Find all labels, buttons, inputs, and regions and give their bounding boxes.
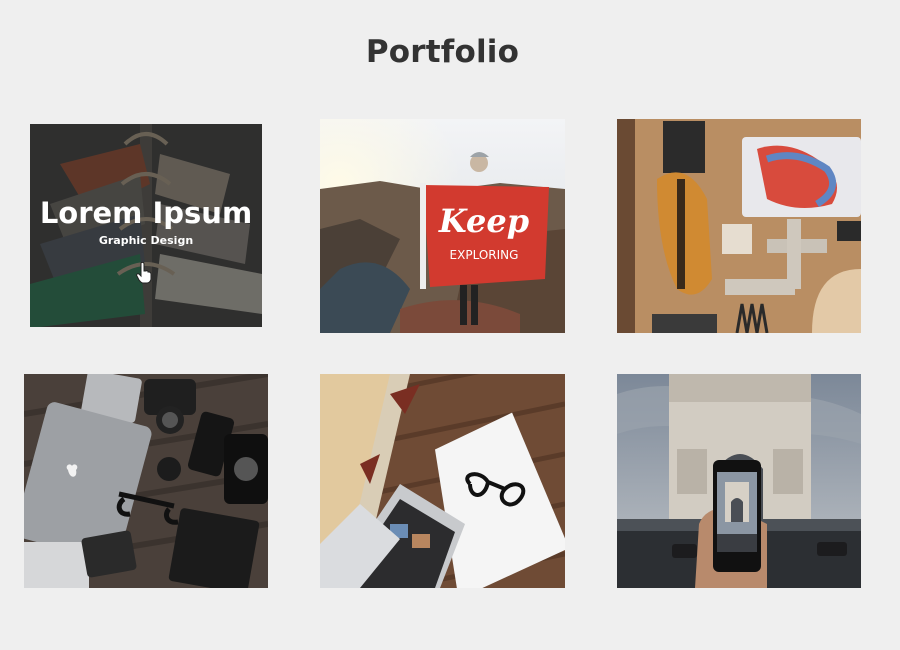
overlay-title: Lorem Ipsum: [39, 195, 253, 230]
page-title: Portfolio: [365, 34, 520, 70]
portfolio-image-flatlay: [24, 374, 268, 588]
portfolio-item-flag[interactable]: Keep EXPLORING: [320, 119, 565, 333]
hand-pointer-icon: [136, 262, 152, 284]
portfolio-item-desk[interactable]: [617, 119, 861, 333]
portfolio-item-clothes[interactable]: Lorem Ipsum Graphic Design: [30, 124, 262, 327]
portfolio-item-flatlay[interactable]: [24, 374, 268, 588]
portfolio-image-desk: [617, 119, 861, 333]
portfolio-page: Portfolio Lorem Ipsum Graphic Design Kee…: [0, 0, 900, 650]
overlay-subtitle: Graphic Design: [98, 233, 194, 247]
hover-overlay: Lorem Ipsum Graphic Design: [30, 124, 262, 327]
flag-subtext: EXPLORING: [450, 248, 519, 262]
portfolio-image-arc: [617, 374, 861, 588]
portfolio-item-workspace[interactable]: [320, 374, 565, 588]
portfolio-image-flag: Keep EXPLORING: [320, 119, 565, 333]
portfolio-item-arc[interactable]: [617, 374, 861, 588]
portfolio-image-workspace: [320, 374, 565, 588]
flag-text: Keep: [438, 202, 529, 240]
